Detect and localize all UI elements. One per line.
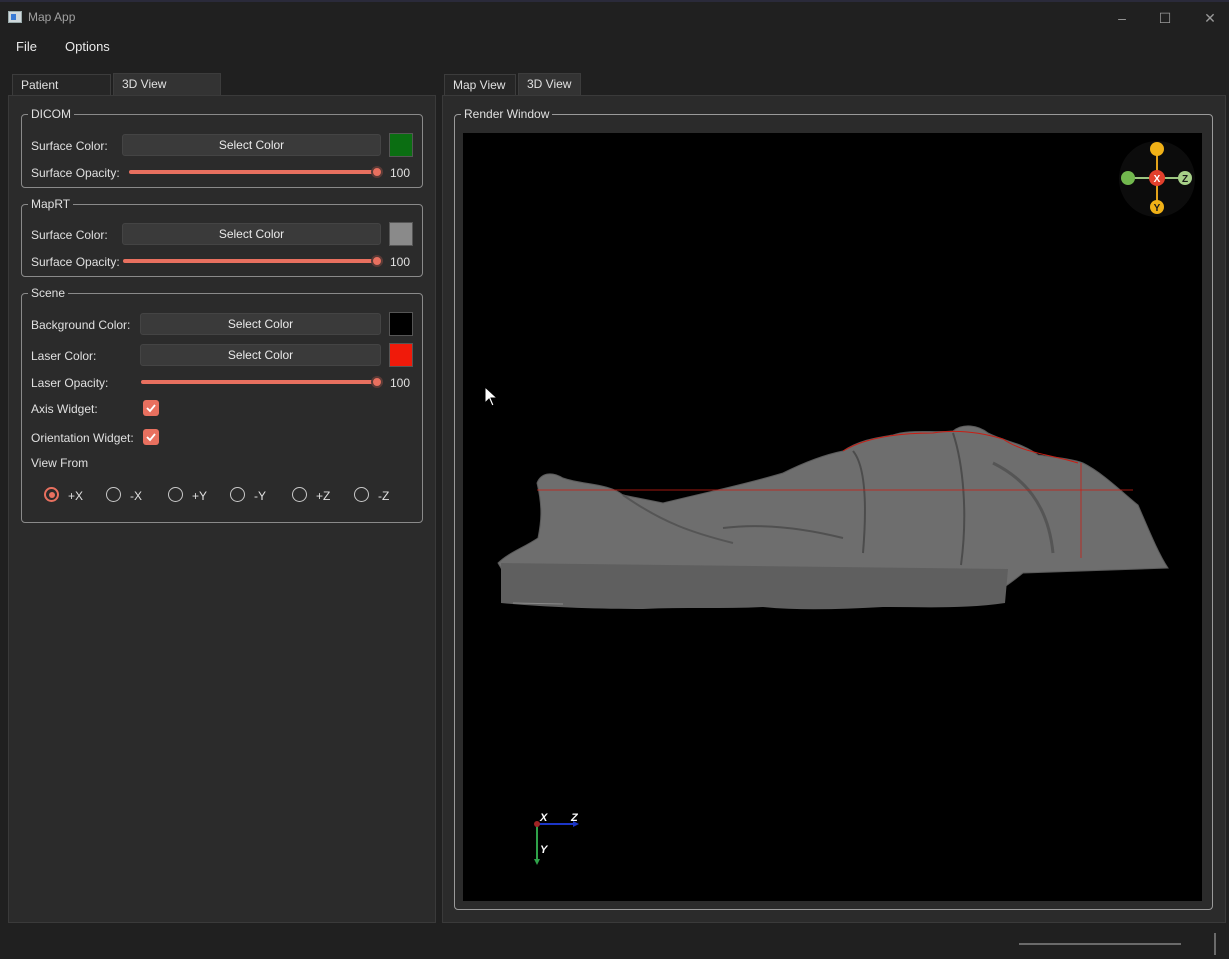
tab-map-view[interactable]: Map View [444, 74, 516, 96]
orientation-widget-label: Orientation Widget: [31, 431, 134, 445]
view-from-label: View From [31, 456, 89, 470]
slider-track [123, 259, 383, 263]
close-icon[interactable]: ✕ [1190, 6, 1229, 30]
tab-3d-view[interactable]: 3D View [518, 73, 581, 95]
menu-file[interactable]: File [16, 39, 37, 54]
window-title: Map App [28, 10, 76, 24]
axis-x-label: X [539, 812, 548, 824]
axis-widget: X Z Y [534, 812, 579, 865]
axis-y-label: Y [540, 844, 549, 856]
check-icon [146, 433, 156, 442]
render-scene: X Z Y X Z Y [484, 141, 1195, 865]
maprt-color-swatch [389, 222, 413, 246]
maprt-surface-color-label: Surface Color: [31, 228, 108, 242]
settings-panel: DICOM Surface Color: Select Color Surfac… [8, 95, 436, 923]
maprt-group: MapRT Surface Color: Select Color Surfac… [21, 197, 423, 277]
laser-color-label: Laser Color: [31, 349, 97, 363]
view-from-minus-x-radio[interactable] [106, 487, 121, 502]
minimize-icon[interactable]: – [1102, 6, 1142, 30]
status-bar [0, 925, 1229, 959]
orientation-x-label: X [1154, 174, 1161, 185]
orientation-y-label: Y [1154, 203, 1161, 214]
dicom-surface-color-label: Surface Color: [31, 139, 108, 153]
slider-handle[interactable] [371, 166, 383, 178]
menu-bar: File Options [0, 32, 1229, 62]
dicom-group: DICOM Surface Color: Select Color Surfac… [21, 107, 423, 188]
maprt-group-title: MapRT [28, 197, 74, 211]
tab-patient-context[interactable]: Patient Context [12, 74, 111, 112]
scene-group-title: Scene [28, 286, 69, 300]
slider-track [129, 170, 383, 174]
view-from-minus-y-label: -Y [254, 489, 266, 503]
slider-handle[interactable] [371, 255, 383, 267]
view-from-plus-z-radio[interactable] [292, 487, 307, 502]
render-window-title: Render Window [461, 107, 553, 121]
background-color-swatch [389, 312, 413, 336]
slider-track [141, 380, 383, 384]
background-color-label: Background Color: [31, 318, 131, 332]
axis-widget-label: Axis Widget: [31, 402, 98, 416]
orientation-widget-checkbox[interactable] [143, 429, 159, 445]
dicom-select-color-button[interactable]: Select Color [122, 134, 381, 156]
laser-color-swatch [389, 343, 413, 367]
check-icon [146, 404, 156, 413]
title-bar: Map App – ☐ ✕ [0, 0, 1229, 32]
dicom-opacity-slider[interactable] [129, 166, 383, 178]
mouse-cursor-icon [484, 385, 499, 407]
maximize-icon[interactable]: ☐ [1145, 6, 1185, 30]
orientation-z-label: Z [1182, 174, 1188, 185]
axis-widget-checkbox[interactable] [143, 400, 159, 416]
orientation-neg-z-handle [1121, 171, 1135, 185]
view-from-plus-y-radio[interactable] [168, 487, 183, 502]
maprt-opacity-value: 100 [390, 255, 411, 269]
app-icon [8, 11, 22, 23]
menu-options[interactable]: Options [65, 39, 110, 54]
view-from-minus-z-radio[interactable] [354, 487, 369, 502]
laser-select-color-button[interactable]: Select Color [140, 344, 381, 366]
laser-opacity-slider[interactable] [141, 376, 383, 388]
dicom-opacity-label: Surface Opacity: [31, 166, 120, 180]
orientation-widget[interactable]: X Z Y [1119, 141, 1195, 217]
background-select-color-button[interactable]: Select Color [140, 313, 381, 335]
axis-z-label: Z [570, 812, 579, 824]
view-from-minus-z-label: -Z [378, 489, 390, 503]
view-from-plus-x-radio[interactable] [44, 487, 59, 502]
orientation-neg-y-handle [1150, 142, 1164, 156]
status-separator [1214, 933, 1216, 955]
view-from-plus-x-label: +X [68, 489, 84, 503]
render-viewport[interactable]: X Z Y X Z Y [463, 133, 1202, 901]
maprt-opacity-label: Surface Opacity: [31, 255, 120, 269]
maprt-select-color-button[interactable]: Select Color [122, 223, 381, 245]
dicom-opacity-value: 100 [390, 166, 411, 180]
scene-group: Scene Background Color: Select Color Las… [21, 286, 423, 523]
slider-handle[interactable] [371, 376, 383, 388]
view-from-plus-z-label: +Z [316, 489, 331, 503]
status-progress-line [1019, 943, 1181, 945]
maprt-opacity-slider[interactable] [123, 255, 383, 267]
view-from-plus-y-label: +Y [192, 489, 208, 503]
laser-opacity-label: Laser Opacity: [31, 376, 109, 390]
dicom-group-title: DICOM [28, 107, 74, 121]
dicom-color-swatch [389, 133, 413, 157]
laser-opacity-value: 100 [390, 376, 411, 390]
patient-surface-mesh [497, 425, 1169, 610]
tab-3d-view-settings[interactable]: 3D View Settings [113, 73, 221, 111]
view-from-minus-x-label: -X [130, 489, 142, 503]
view-from-minus-y-radio[interactable] [230, 487, 245, 502]
